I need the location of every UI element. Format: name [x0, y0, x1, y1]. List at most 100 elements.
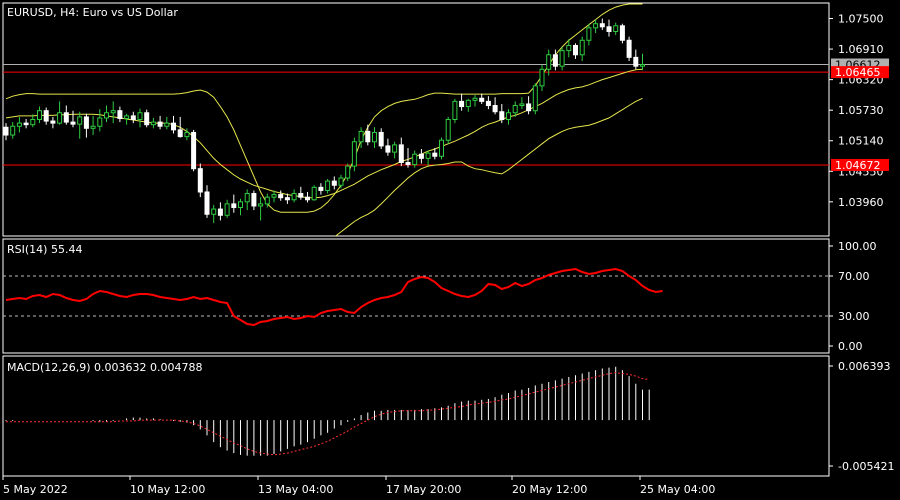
- background: [0, 0, 900, 500]
- candle-body: [405, 161, 411, 166]
- candle-body: [231, 203, 237, 209]
- rsi-tick-label: 100.00: [838, 240, 877, 253]
- candle-body: [204, 191, 210, 215]
- candle-body: [606, 26, 612, 32]
- candle-body: [532, 85, 538, 112]
- candle-body: [512, 105, 518, 114]
- candle-body: [365, 130, 371, 143]
- candle-body: [351, 141, 357, 167]
- candle-body: [378, 131, 384, 147]
- candle-body: [546, 54, 552, 70]
- candle-body: [110, 110, 116, 114]
- candle-body: [392, 144, 398, 153]
- time-tick-label: 13 May 04:00: [258, 483, 333, 496]
- candle-body: [599, 23, 605, 28]
- candle-body: [224, 203, 230, 216]
- candle-body: [418, 153, 424, 159]
- candle-body: [291, 193, 297, 201]
- candle-body: [459, 100, 465, 108]
- candle-body: [573, 44, 578, 56]
- candle-body: [63, 112, 69, 123]
- macd-title: MACD(12,26,9) 0.003632 0.004788: [7, 361, 203, 374]
- candle-body: [264, 196, 270, 205]
- rsi-tick-label: 30.00: [838, 310, 870, 323]
- candle-body: [124, 115, 130, 119]
- candle-body: [439, 139, 444, 157]
- candle-body: [144, 112, 150, 126]
- candle-body: [130, 115, 136, 121]
- candle-body: [325, 180, 331, 191]
- candle: [445, 116, 451, 144]
- candle-body: [258, 203, 264, 207]
- candle-body: [552, 54, 558, 67]
- candle-body: [37, 110, 42, 120]
- candle-body: [492, 105, 498, 113]
- candle-body: [499, 111, 505, 120]
- candle-body: [177, 129, 183, 138]
- candle-body: [211, 208, 217, 215]
- price-tag-label: 1.04672: [835, 159, 881, 172]
- candle-body: [593, 23, 599, 29]
- candle-body: [452, 100, 458, 120]
- candle-body: [57, 112, 63, 124]
- candle: [197, 163, 203, 198]
- candle-body: [445, 119, 451, 141]
- candle: [345, 163, 351, 182]
- candle-body: [432, 152, 438, 157]
- candle-body: [331, 180, 337, 186]
- candle-body: [626, 39, 632, 58]
- candle: [311, 185, 317, 201]
- time-tick-label: 10 May 12:00: [130, 483, 205, 496]
- candle: [351, 137, 357, 172]
- candle-body: [184, 131, 190, 138]
- candle-body: [619, 25, 625, 41]
- candle-body: [358, 130, 364, 143]
- candle-body: [566, 44, 572, 52]
- candle-body: [10, 125, 16, 136]
- candle-body: [97, 117, 103, 127]
- price-tag-label: 1.06465: [835, 66, 881, 79]
- candle-body: [526, 103, 532, 112]
- candle-body: [298, 193, 304, 198]
- candle-body: [217, 208, 223, 216]
- candle-body: [640, 64, 645, 67]
- chart-window: EURUSD, H4: Euro vs US Dollar 1.07500 1.0…: [0, 0, 900, 500]
- candle-body: [472, 97, 478, 101]
- time-tick-label: 25 May 04:00: [640, 483, 715, 496]
- candle-body: [398, 144, 404, 163]
- candle-body: [104, 112, 109, 119]
- candle-body: [465, 99, 471, 108]
- candle-body: [16, 122, 22, 127]
- candle-body: [244, 193, 250, 203]
- candle-body: [157, 121, 163, 127]
- candle: [191, 129, 197, 172]
- candle-body: [372, 131, 377, 143]
- candle-body: [197, 168, 203, 193]
- candle-body: [164, 122, 170, 127]
- candle-body: [238, 201, 243, 209]
- candle-body: [284, 197, 290, 201]
- macd-tick-label: 0.006393: [838, 360, 891, 373]
- price-tick-label: 1.06910: [838, 43, 884, 56]
- price-tick-label: 1.05140: [838, 135, 884, 148]
- time-tick-label: 20 May 12:00: [512, 483, 587, 496]
- candle-body: [90, 125, 96, 129]
- candle-body: [271, 194, 277, 198]
- candle-body: [50, 120, 56, 124]
- price-tick-label: 1.07500: [838, 13, 884, 26]
- price-tick-label: 1.03960: [838, 196, 884, 209]
- candle-body: [311, 186, 317, 201]
- time-tick-label: 5 May 2022: [3, 483, 68, 496]
- candle: [144, 109, 150, 128]
- candle-body: [278, 194, 284, 199]
- candle-body: [338, 177, 344, 186]
- rsi-tick-label: 70.00: [838, 270, 870, 283]
- candle-body: [425, 152, 431, 159]
- candle-body: [613, 25, 619, 32]
- candle-body: [171, 122, 176, 131]
- price-tick-label: 1.05730: [838, 104, 884, 117]
- macd-tick-label: -0.005421: [838, 460, 894, 473]
- time-tick-label: 17 May 20:00: [386, 483, 461, 496]
- candle-body: [506, 112, 511, 121]
- candle-body: [385, 145, 391, 153]
